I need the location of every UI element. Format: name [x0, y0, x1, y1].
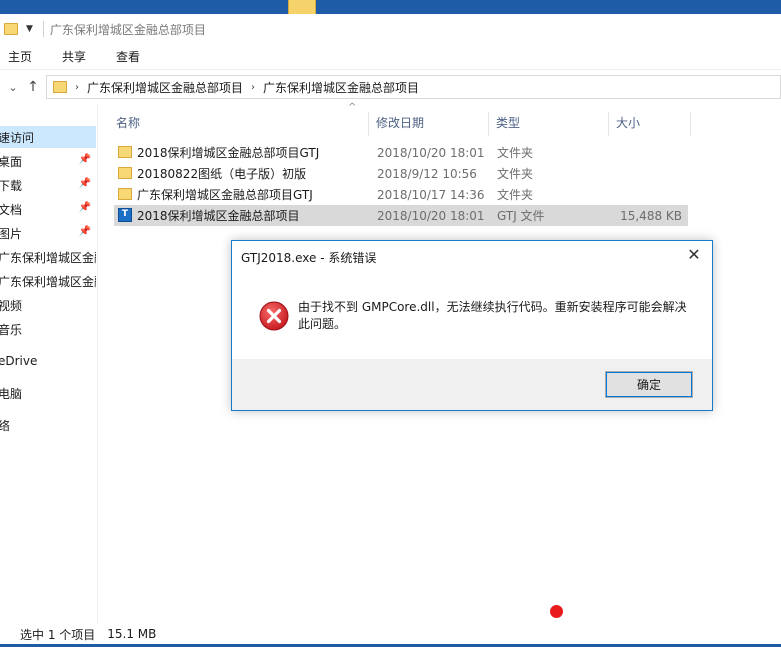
close-icon[interactable]: ✕	[684, 245, 704, 265]
quick-access-dropdown-icon[interactable]: ▼	[26, 24, 33, 34]
address-bar[interactable]: › 广东保利增城区金融总部项目 › 广东保利增城区金融总部项目	[46, 75, 781, 99]
tab-share[interactable]: 共享	[62, 48, 86, 65]
nav-item-music[interactable]: 音乐	[0, 318, 96, 340]
nav-item-this-pc[interactable]: 电脑	[0, 382, 96, 404]
file-date: 2018/10/20 18:01	[377, 208, 485, 223]
error-icon	[259, 301, 289, 331]
up-arrow-icon[interactable]: ↑	[26, 79, 40, 95]
nav-item-project-folder[interactable]: 广东保利增城区金融	[0, 246, 96, 268]
column-date[interactable]: 修改日期	[372, 110, 424, 136]
nav-item-label: eDrive	[0, 354, 38, 368]
folder-icon	[118, 146, 132, 158]
nav-item-pictures[interactable]: 图片 📌	[0, 222, 96, 244]
file-row[interactable]: 20180822图纸（电子版）初版 2018/9/12 10:56 文件夹	[114, 163, 688, 184]
file-name: 2018保利增城区金融总部项目GTJ	[137, 146, 320, 160]
column-divider[interactable]	[608, 112, 609, 136]
title-bar: ▼ 广东保利增城区金融总部项目	[0, 14, 781, 44]
file-type: GTJ 文件	[497, 209, 545, 223]
file-row[interactable]: 2018保利增城区金融总部项目GTJ 2018/10/20 18:01 文件夹	[114, 142, 688, 163]
chevron-right-icon[interactable]: ›	[251, 82, 255, 93]
file-type: 文件夹	[497, 188, 534, 202]
breadcrumb-item[interactable]: 广东保利增城区金融总部项目	[263, 79, 419, 96]
breadcrumb-item[interactable]: 广东保利增城区金融总部项目	[87, 79, 243, 96]
column-size[interactable]: 大小	[612, 110, 640, 136]
sort-caret-icon: ^	[348, 102, 357, 113]
window-title: 广东保利增城区金融总部项目	[49, 22, 206, 37]
nav-item-quick-access[interactable]: 速访问	[0, 126, 96, 148]
nav-item-project-folder[interactable]: 广东保利增城区金融	[0, 270, 96, 292]
address-row: ⌄ ↑ › 广东保利增城区金融总部项目 › 广东保利增城区金融总部项目	[0, 72, 781, 102]
nav-item-label: 文档	[0, 202, 23, 217]
nav-item-label: 广东保利增城区金融	[0, 274, 96, 289]
taskbar-folder-tab[interactable]	[288, 0, 316, 14]
status-bar: 选中 1 个项目 15.1 MB	[0, 624, 781, 644]
folder-icon	[4, 23, 18, 35]
error-dialog: GTJ2018.exe - 系统错误 ✕ 由于找不到 GMPCore.dll，无…	[231, 240, 713, 411]
pin-icon[interactable]: 📌	[79, 202, 91, 213]
nav-item-label: 图片	[0, 226, 23, 241]
file-name: 2018保利增城区金融总部项目	[137, 209, 300, 223]
nav-item-label: 下载	[0, 178, 23, 193]
taskbar-strip	[0, 0, 781, 14]
file-name: 20180822图纸（电子版）初版	[137, 167, 307, 181]
recent-locations-chevron-icon[interactable]: ⌄	[6, 81, 20, 94]
navigation-pane: 速访问 桌面 📌 下载 📌 文档 📌 图片 📌 广东保利增城区金融 广东保利增城…	[0, 104, 98, 624]
nav-item-label: 络	[0, 418, 11, 433]
nav-item-downloads[interactable]: 下载 📌	[0, 174, 96, 196]
pin-icon[interactable]: 📌	[79, 154, 91, 165]
pin-icon[interactable]: 📌	[79, 226, 91, 237]
column-divider[interactable]	[488, 112, 489, 136]
file-row[interactable]: T 2018保利增城区金融总部项目 2018/10/20 18:01 GTJ 文…	[114, 205, 688, 226]
file-date: 2018/10/17 14:36	[377, 187, 485, 202]
nav-item-label: 视频	[0, 298, 23, 313]
tab-home[interactable]: 主页	[8, 48, 32, 65]
file-type: 文件夹	[497, 167, 534, 181]
column-type[interactable]: 类型	[492, 110, 520, 136]
folder-icon	[118, 188, 132, 200]
dialog-message: 由于找不到 GMPCore.dll，无法继续执行代码。重新安装程序可能会解决此问…	[298, 300, 687, 331]
file-row[interactable]: 广东保利增城区金融总部项目GTJ 2018/10/17 14:36 文件夹	[114, 184, 688, 205]
nav-item-label: 速访问	[0, 130, 35, 145]
folder-icon	[118, 167, 132, 179]
title-separator	[42, 21, 44, 37]
column-header: ^ 名称 修改日期 类型 大小	[112, 102, 692, 136]
status-size: 15.1 MB	[107, 627, 157, 641]
file-type: 文件夹	[497, 146, 534, 160]
dialog-title: GTJ2018.exe - 系统错误	[241, 251, 377, 265]
nav-item-label: 桌面	[0, 154, 23, 169]
nav-item-desktop[interactable]: 桌面 📌	[0, 150, 96, 172]
nav-item-label: 广东保利增城区金融	[0, 250, 96, 265]
pin-icon[interactable]: 📌	[79, 178, 91, 189]
dialog-footer: 确定	[232, 359, 712, 410]
file-name: 广东保利增城区金融总部项目GTJ	[137, 188, 313, 202]
file-size: 15,488 KB	[620, 208, 682, 223]
status-selection: 选中 1 个项目	[20, 627, 96, 642]
tab-view[interactable]: 查看	[116, 48, 140, 65]
nav-item-label: 电脑	[0, 386, 23, 401]
nav-item-network[interactable]: 络	[0, 414, 96, 436]
cursor-dot	[550, 605, 563, 618]
gtj-file-icon: T	[118, 208, 132, 222]
file-date: 2018/9/12 10:56	[377, 166, 477, 181]
file-date: 2018/10/20 18:01	[377, 145, 485, 160]
nav-item-videos[interactable]: 视频	[0, 294, 96, 316]
chevron-right-icon[interactable]: ›	[75, 82, 79, 93]
column-divider[interactable]	[368, 112, 369, 136]
column-divider[interactable]	[690, 112, 691, 136]
nav-item-documents[interactable]: 文档 📌	[0, 198, 96, 220]
nav-item-label: 音乐	[0, 322, 23, 337]
nav-item-onedrive[interactable]: eDrive	[0, 350, 96, 372]
ribbon-tabs: 主页 共享 查看	[0, 44, 781, 70]
ok-button[interactable]: 确定	[605, 371, 693, 398]
folder-icon	[53, 81, 67, 93]
column-name[interactable]: 名称	[112, 110, 140, 136]
